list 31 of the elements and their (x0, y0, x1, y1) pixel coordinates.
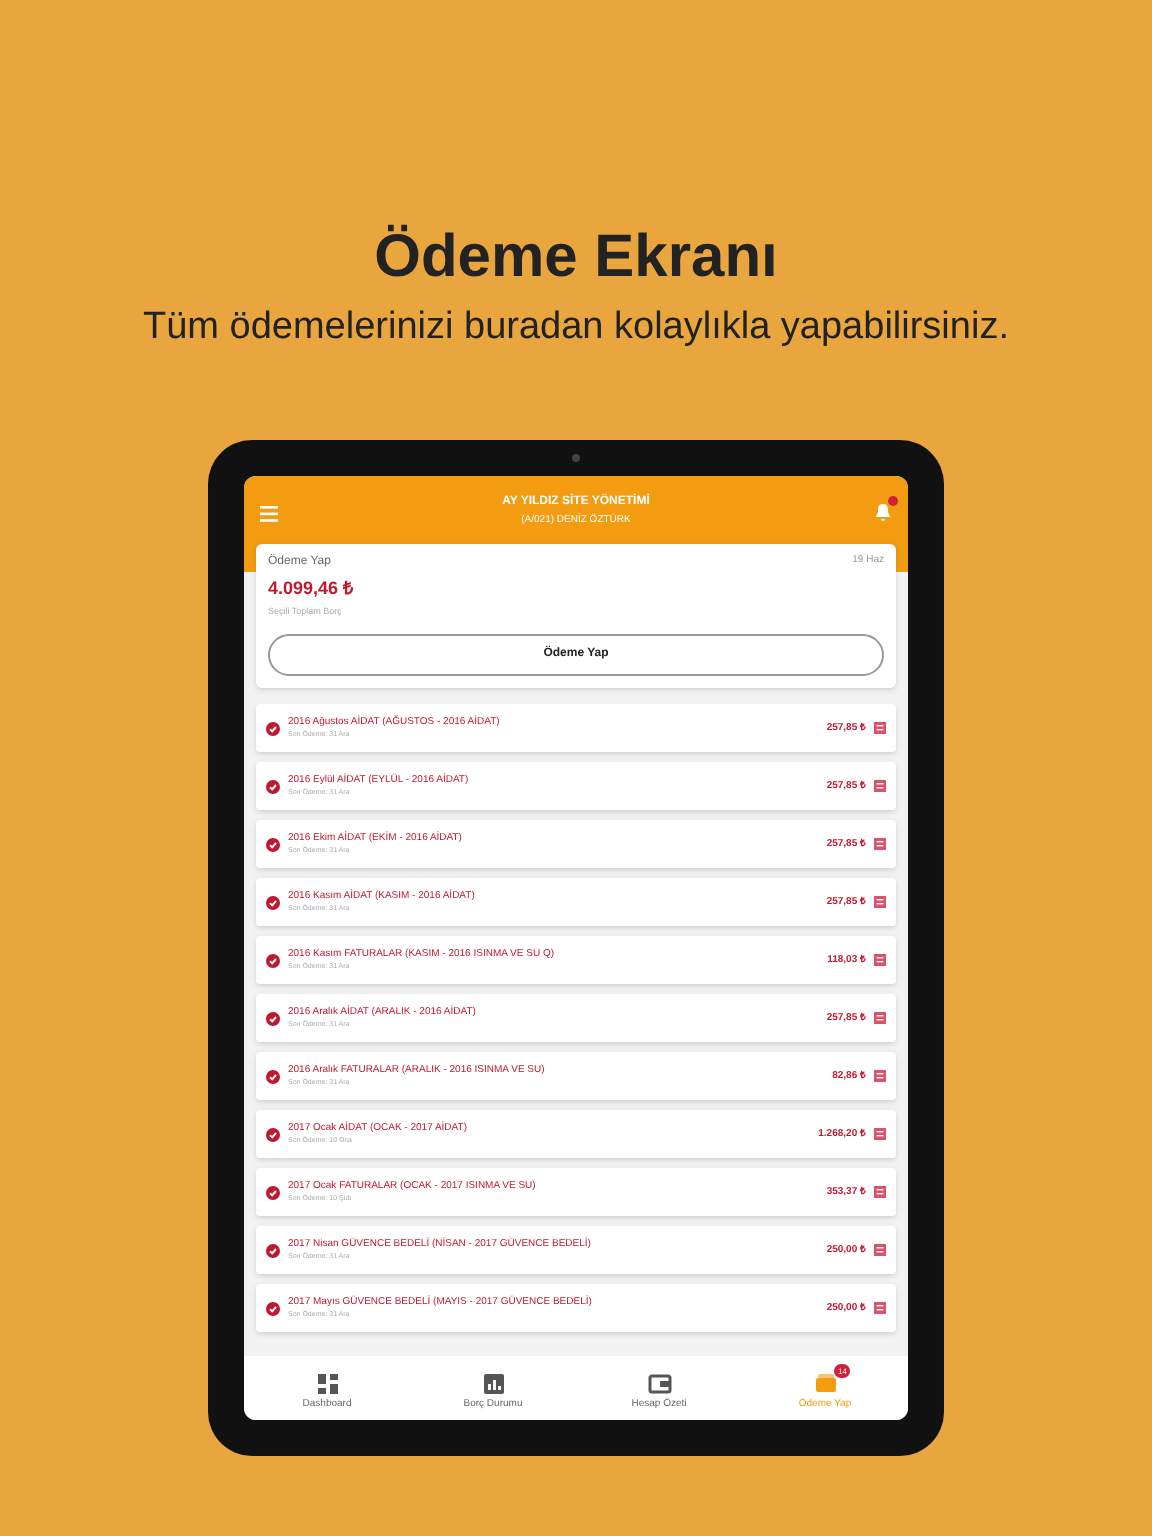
check-circle-icon[interactable] (266, 779, 280, 794)
receipt-icon[interactable] (874, 1070, 886, 1083)
check-circle-icon[interactable] (266, 1069, 280, 1084)
dashboard-icon (315, 1371, 339, 1396)
receipt-icon[interactable] (874, 1302, 886, 1315)
check-circle-icon[interactable] (266, 953, 280, 968)
receipt-icon[interactable] (874, 780, 886, 793)
total-amount: 4.099,46 ₺ (268, 576, 356, 602)
check-circle-icon[interactable] (266, 1185, 280, 1200)
receipt-icon[interactable] (874, 954, 886, 967)
wallet-icon (813, 1371, 837, 1396)
check-circle-icon[interactable] (266, 721, 280, 736)
promo-subtitle: Tüm ödemelerinizi buradan kolaylıkla yapabilirsiniz. (143, 308, 1009, 346)
check-circle-icon[interactable] (266, 1243, 280, 1258)
receipt-icon[interactable] (874, 838, 886, 851)
receipt-icon[interactable] (874, 1244, 886, 1257)
receipt-icon[interactable] (874, 1128, 886, 1141)
wallet-icon (647, 1371, 671, 1396)
check-circle-icon[interactable] (266, 837, 280, 852)
bell-icon[interactable] (874, 502, 892, 522)
check-circle-icon[interactable] (266, 1011, 280, 1026)
receipt-icon[interactable] (874, 722, 886, 735)
promo-title: Ödeme Ekranı (374, 228, 778, 288)
check-circle-icon[interactable] (266, 1127, 280, 1142)
bar-chart-icon (481, 1371, 505, 1396)
receipt-icon[interactable] (874, 1012, 886, 1025)
check-circle-icon[interactable] (266, 895, 280, 910)
receipt-icon[interactable] (874, 1186, 886, 1199)
check-circle-icon[interactable] (266, 1301, 280, 1316)
receipt-icon[interactable] (874, 896, 886, 909)
camera-icon (572, 454, 580, 462)
